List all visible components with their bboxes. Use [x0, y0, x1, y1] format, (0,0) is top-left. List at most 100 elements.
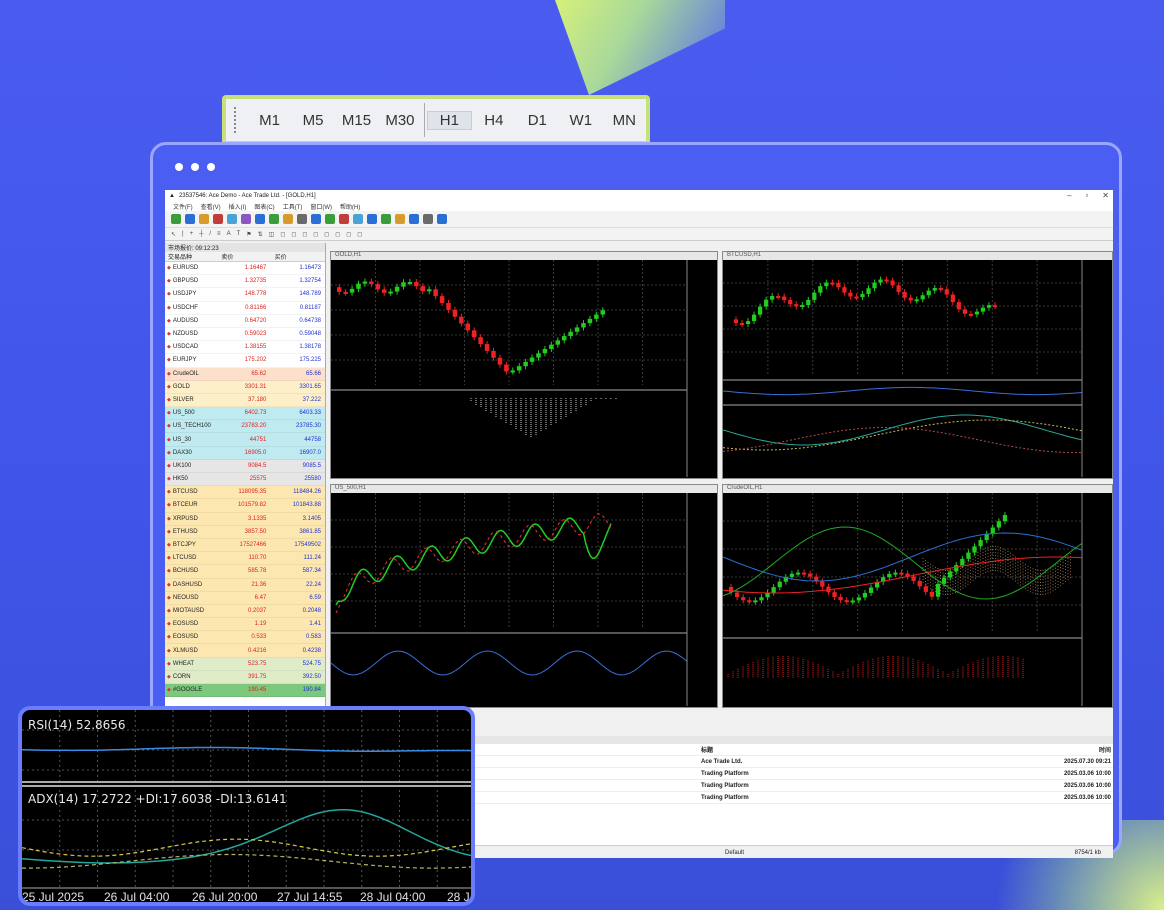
drawing-tool-icon[interactable]: ◻ [346, 231, 351, 238]
market-watch-row[interactable]: CORN 391.75 392.50 [165, 670, 325, 684]
market-watch-row[interactable]: CrudeOIL 65.62 65.66 [165, 367, 325, 381]
market-watch-row[interactable]: EOSUSD 0.533 0.583 [165, 631, 325, 645]
col-subject[interactable]: 标题 [701, 745, 1041, 754]
gold-chart-canvas[interactable] [331, 260, 717, 477]
market-watch-row[interactable]: XRPUSD 3.1335 3.1405 [165, 512, 325, 526]
market-watch-row[interactable]: SILVER 37.180 37.222 [165, 393, 325, 408]
tf-m5-button[interactable]: M5 [291, 112, 334, 129]
market-watch-row[interactable]: GOLD 3301.31 3301.65 [165, 380, 325, 394]
drawing-tool-icon[interactable]: / [209, 231, 211, 237]
toolbar-icon[interactable] [311, 214, 321, 224]
toolbar-icon[interactable] [297, 214, 307, 224]
menu-charts[interactable]: 图表(C) [254, 202, 274, 211]
tf-mn-button[interactable]: MN [603, 112, 646, 129]
drawing-tool-icon[interactable]: ◻ [335, 231, 340, 238]
toolbar-icon[interactable] [227, 214, 237, 224]
menu-view[interactable]: 查看(V) [201, 202, 221, 211]
market-watch-row[interactable]: LTCUSD 110.70 111.24 [165, 552, 325, 566]
market-watch-row[interactable]: WHEAT 523.75 524.75 [165, 657, 325, 671]
toolbar-icon[interactable] [381, 214, 391, 224]
market-watch-row[interactable]: NZDUSD 0.59023 0.59048 [165, 327, 325, 342]
drawing-tool-icon[interactable]: ≡ [217, 231, 221, 237]
oil-chart-canvas[interactable] [723, 493, 1112, 706]
drawing-tool-icon[interactable]: ↖ [171, 231, 176, 238]
market-watch-row[interactable]: GBPUSD 1.32735 1.32754 [165, 275, 325, 289]
toolbar-icon[interactable] [241, 214, 251, 224]
market-watch-row[interactable]: NEOUSD 6.47 6.59 [165, 591, 325, 605]
chart-btc[interactable]: BTCUSD,H1 [722, 251, 1113, 479]
market-watch-row[interactable]: EURJPY 175.202 175.225 [165, 354, 325, 368]
market-watch-row[interactable]: BTCJPY 17527466 17549502 [165, 538, 325, 553]
market-watch-row[interactable]: DASHUSD 21.36 22.24 [165, 578, 325, 592]
menu-insert[interactable]: 插入(I) [229, 202, 247, 211]
market-watch-row[interactable]: EOSUSD 1.19 1.41 [165, 618, 325, 632]
tf-h4-button[interactable]: H4 [472, 112, 515, 129]
market-watch-row[interactable]: BTCEUR 101579.82 101843.88 [165, 499, 325, 513]
drawing-tool-icon[interactable]: ┼ [199, 231, 203, 237]
market-watch-row[interactable]: #GOOGLE 190.45 190.84 [165, 684, 325, 698]
tf-m15-button[interactable]: M15 [335, 112, 378, 129]
drawing-tool-icon[interactable]: | [182, 231, 184, 237]
drawing-tool-icon[interactable]: T [237, 231, 241, 237]
col-bid[interactable]: 卖价 [218, 252, 271, 261]
drawing-tool-icon[interactable]: ◫ [269, 231, 275, 238]
market-watch-row[interactable]: USDJPY 148.778 148.789 [165, 288, 325, 302]
market-watch-row[interactable]: EURUSD 1.16467 1.16473 [165, 262, 325, 276]
market-watch-row[interactable]: US_TECH100 23783.20 23785.30 [165, 420, 325, 434]
us500-chart-canvas[interactable] [331, 493, 717, 706]
col-symbol[interactable]: 交易品种 [165, 252, 218, 261]
market-watch-row[interactable]: UK100 9084.5 9085.5 [165, 459, 325, 473]
btc-chart-canvas[interactable] [723, 260, 1112, 477]
toolbar-icon[interactable] [269, 214, 279, 224]
toolbar-icon[interactable] [409, 214, 419, 224]
market-watch-row[interactable]: BCHUSD 585.78 587.34 [165, 565, 325, 579]
col-time[interactable]: 时间 [1041, 745, 1111, 754]
toolbar-icon[interactable] [423, 214, 433, 224]
market-watch-row[interactable]: USDCAD 1.38155 1.38178 [165, 341, 325, 355]
col-ask[interactable]: 买价 [272, 252, 325, 261]
market-watch-row[interactable]: USDCHF 0.81166 0.81187 [165, 301, 325, 315]
tf-m1-button[interactable]: M1 [248, 112, 291, 129]
minimize-icon[interactable]: – [1067, 191, 1071, 200]
toolbar-icon[interactable] [213, 214, 223, 224]
market-watch-row[interactable]: AUDUSD 0.64720 0.64738 [165, 314, 325, 328]
drawing-tool-icon[interactable]: ⇅ [258, 231, 263, 238]
menu-file[interactable]: 文件(F) [173, 202, 193, 211]
tf-m30-button[interactable]: M30 [378, 112, 421, 129]
tf-h1-button[interactable]: H1 [426, 110, 473, 130]
maximize-icon[interactable]: ▫ [1085, 191, 1088, 200]
toolbar-icon[interactable] [395, 214, 405, 224]
drawing-tool-icon[interactable]: ◻ [324, 231, 329, 238]
drawing-tool-icon[interactable]: ◻ [357, 231, 362, 238]
toolbar-icon[interactable] [339, 214, 349, 224]
chart-us500[interactable]: US_500,H1 [330, 484, 718, 708]
menu-tools[interactable]: 工具(T) [283, 202, 303, 211]
drawing-tool-icon[interactable]: ⚑ [246, 231, 251, 238]
drawing-tool-icon[interactable]: ◻ [280, 231, 285, 238]
tf-w1-button[interactable]: W1 [559, 112, 602, 129]
toolbar-icon[interactable] [353, 214, 363, 224]
market-watch-row[interactable]: XLMUSD 0.4216 0.4238 [165, 644, 325, 658]
toolbar-icon[interactable] [437, 214, 447, 224]
toolbar-icon[interactable] [255, 214, 265, 224]
chart-gold[interactable]: GOLD,H1 [330, 251, 718, 479]
menu-help[interactable]: 帮助(H) [340, 202, 360, 211]
chart-oil[interactable]: CrudeOIL,H1 [722, 484, 1113, 708]
menu-window[interactable]: 窗口(W) [310, 202, 332, 211]
market-watch-row[interactable]: HK50 25575 25580 [165, 473, 325, 487]
drawing-tool-icon[interactable]: ◻ [313, 231, 318, 238]
drawing-tool-icon[interactable]: A [227, 231, 231, 237]
tf-d1-button[interactable]: D1 [516, 112, 559, 129]
drawing-tool-icon[interactable]: ◻ [291, 231, 296, 238]
market-watch-row[interactable]: DAX30 16905.0 16907.0 [165, 446, 325, 460]
market-watch-row[interactable]: BTCUSD 118095.35 118484.26 [165, 486, 325, 500]
toolbar-icon[interactable] [283, 214, 293, 224]
drawing-tool-icon[interactable]: ◻ [302, 231, 307, 238]
market-watch-row[interactable]: US_500 6402.73 6403.33 [165, 407, 325, 421]
toolbar-icon[interactable] [199, 214, 209, 224]
market-watch-row[interactable]: MIOTAUSD 0.2037 0.2048 [165, 604, 325, 619]
toolbar-icon[interactable] [367, 214, 377, 224]
toolbar-icon[interactable] [171, 214, 181, 224]
market-watch-row[interactable]: ETHUSD 3857.50 3861.85 [165, 525, 325, 539]
close-icon[interactable]: ✕ [1102, 191, 1109, 200]
